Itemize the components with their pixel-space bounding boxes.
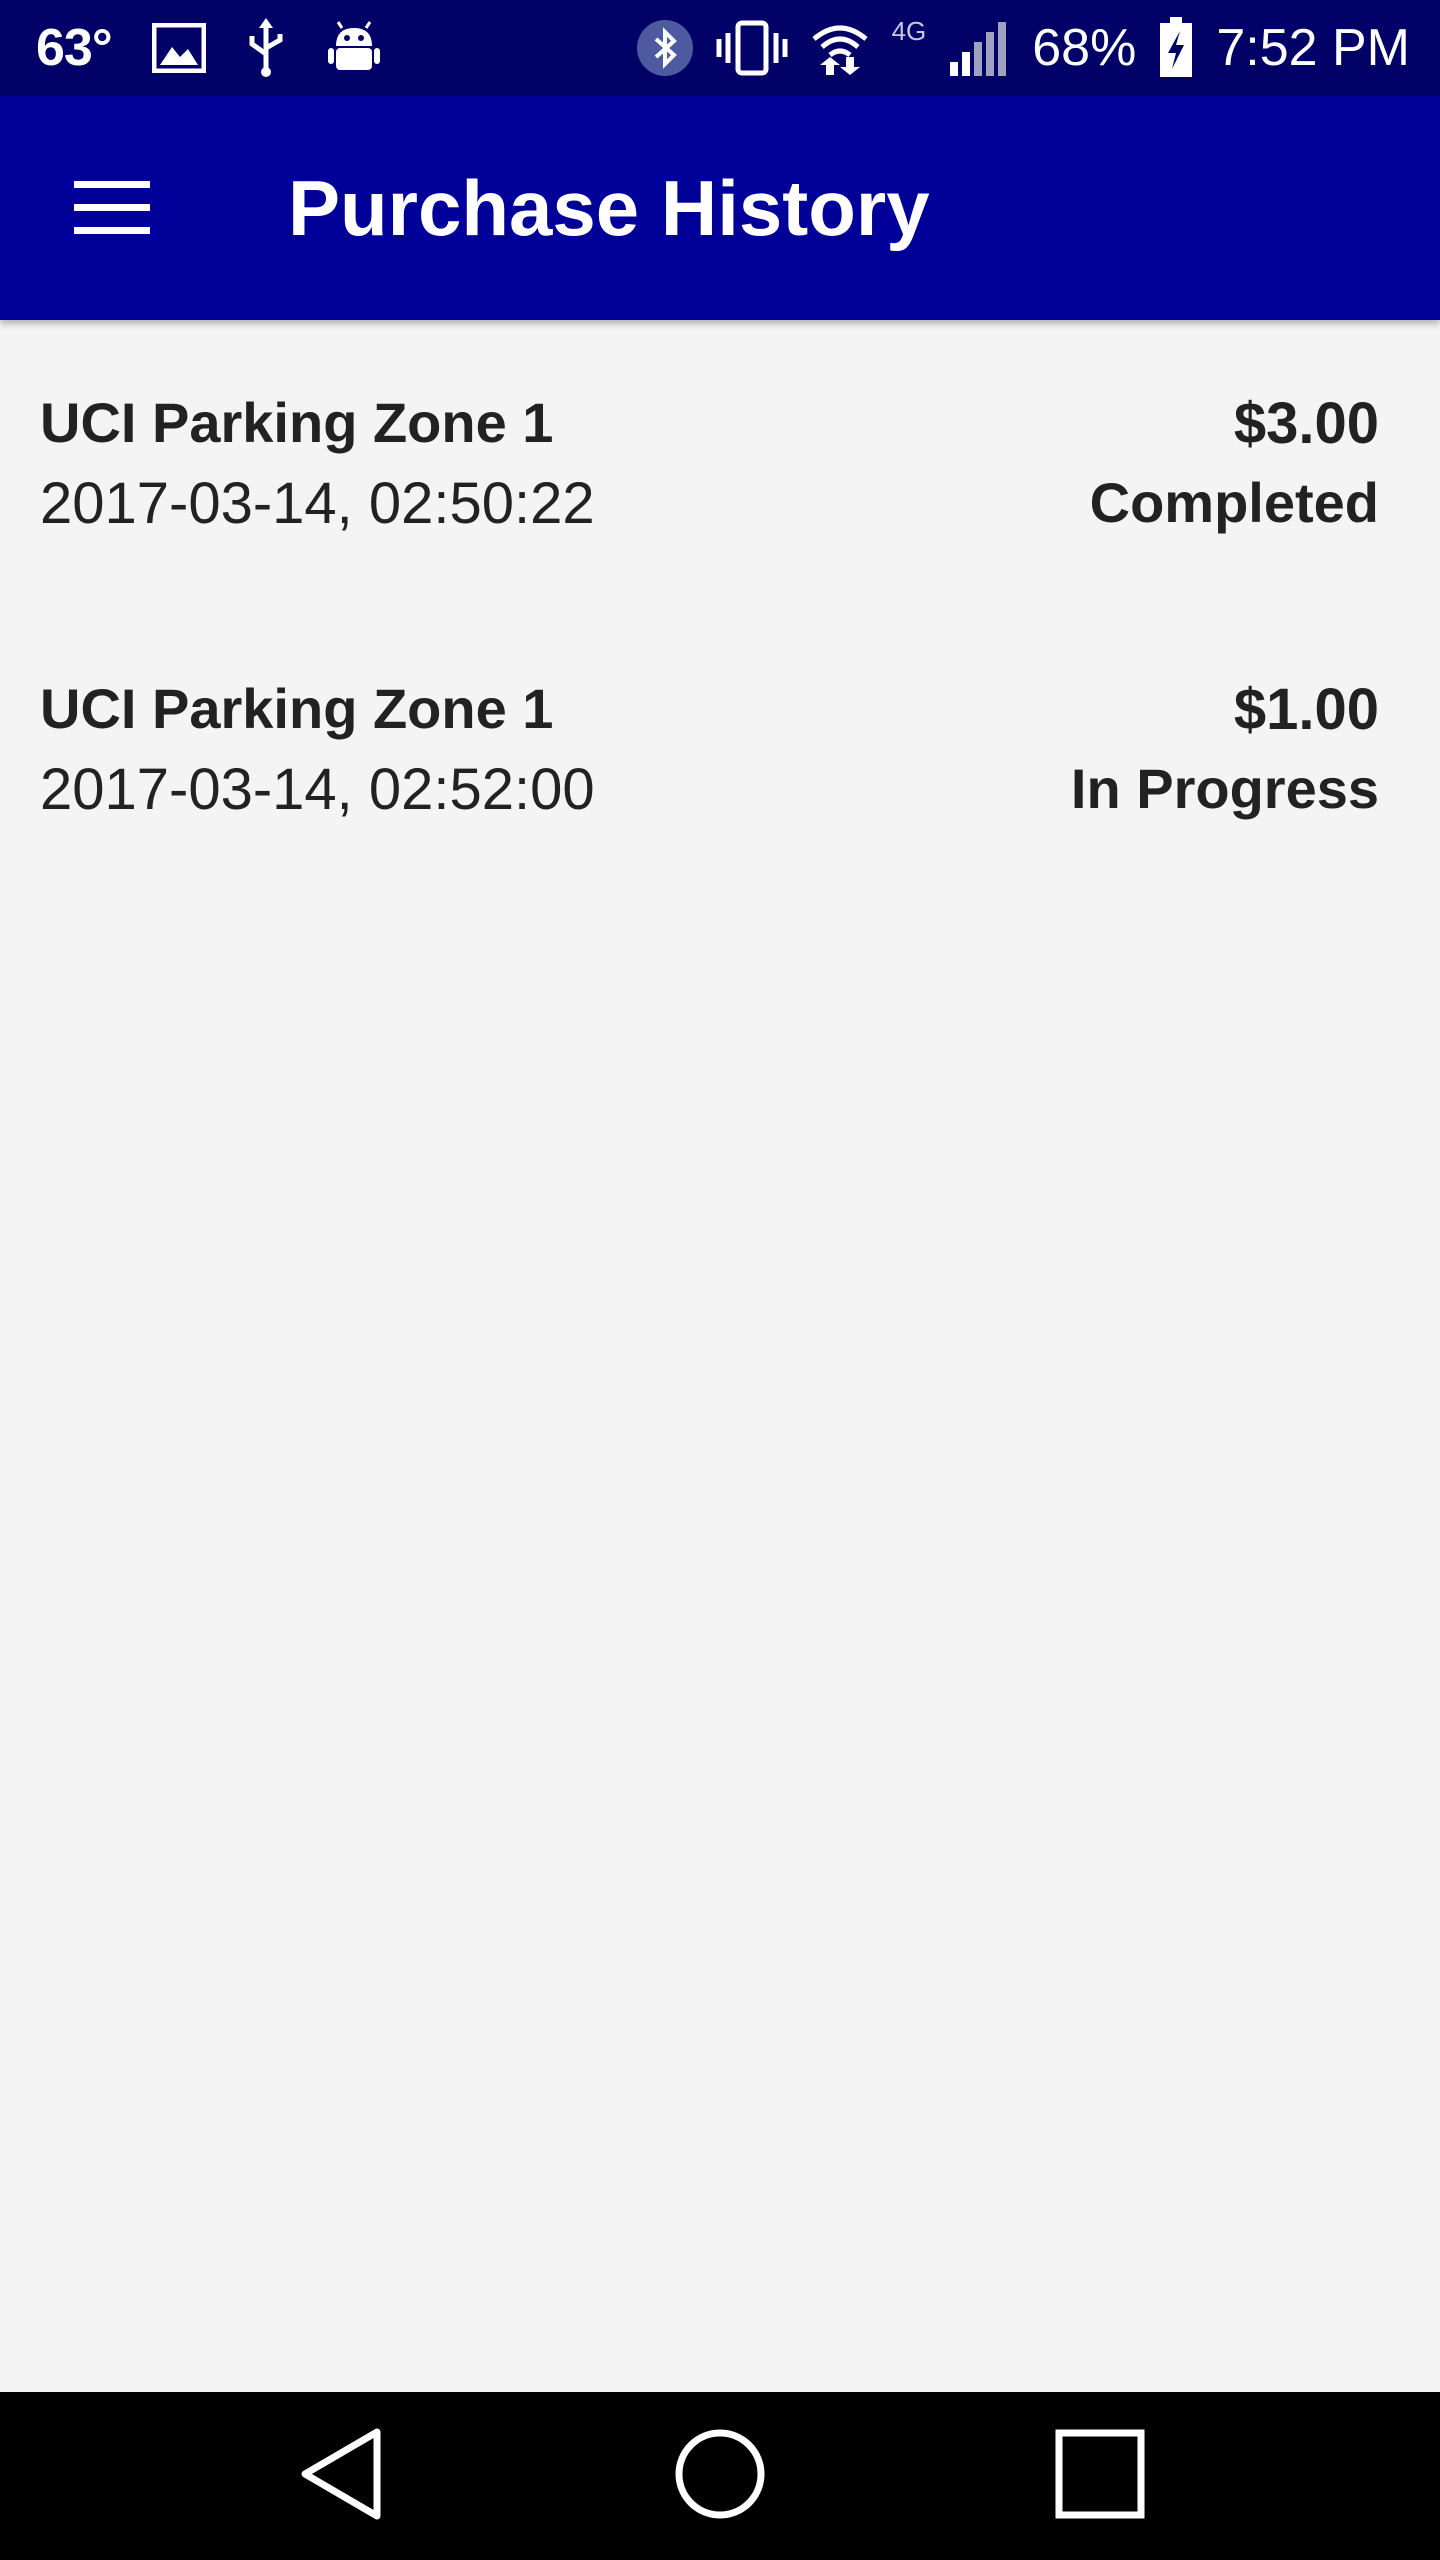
clock-label: 7:52 PM	[1216, 19, 1410, 77]
back-button[interactable]	[262, 2416, 422, 2536]
purchase-datetime: 2017-03-14, 02:50:22	[40, 471, 595, 536]
home-button[interactable]	[640, 2416, 800, 2536]
battery-percent-label: 68%	[1032, 19, 1137, 77]
page-title: Purchase History	[288, 164, 930, 252]
home-icon	[674, 2428, 766, 2525]
status-bar: 63° 4G 68% 7:52 PM	[0, 0, 1440, 96]
purchase-amount: $3.00	[1233, 391, 1379, 456]
purchase-location: UCI Parking Zone 1	[40, 677, 554, 740]
android-debug-icon	[326, 20, 382, 76]
hamburger-menu-button[interactable]	[52, 150, 172, 270]
back-icon	[297, 2426, 387, 2527]
purchase-amount: $1.00	[1233, 677, 1379, 742]
system-nav-bar	[0, 2392, 1440, 2560]
recents-button[interactable]	[1020, 2416, 1180, 2536]
image-icon	[151, 23, 206, 73]
purchase-datetime: 2017-03-14, 02:52:00	[40, 757, 595, 822]
purchase-status: In Progress	[1070, 757, 1379, 820]
signal-icon	[948, 18, 1010, 78]
vibrate-icon	[716, 19, 788, 77]
purchase-row[interactable]: UCI Parking Zone 1 2017-03-14, 02:52:00 …	[0, 606, 1440, 892]
purchase-status: Completed	[1089, 471, 1379, 534]
wifi-icon	[810, 19, 870, 77]
bluetooth-icon	[636, 19, 694, 77]
recents-icon	[1055, 2429, 1145, 2524]
battery-charging-icon	[1158, 17, 1194, 79]
network-type-label: 4G	[891, 16, 927, 46]
usb-icon	[246, 18, 286, 78]
purchase-row[interactable]: UCI Parking Zone 1 2017-03-14, 02:50:22 …	[0, 320, 1440, 606]
purchase-list: UCI Parking Zone 1 2017-03-14, 02:50:22 …	[0, 320, 1440, 892]
temperature-label: 63°	[36, 19, 113, 77]
app-bar: Purchase History	[0, 96, 1440, 320]
purchase-location: UCI Parking Zone 1	[40, 391, 554, 454]
hamburger-menu-icon	[74, 179, 150, 242]
